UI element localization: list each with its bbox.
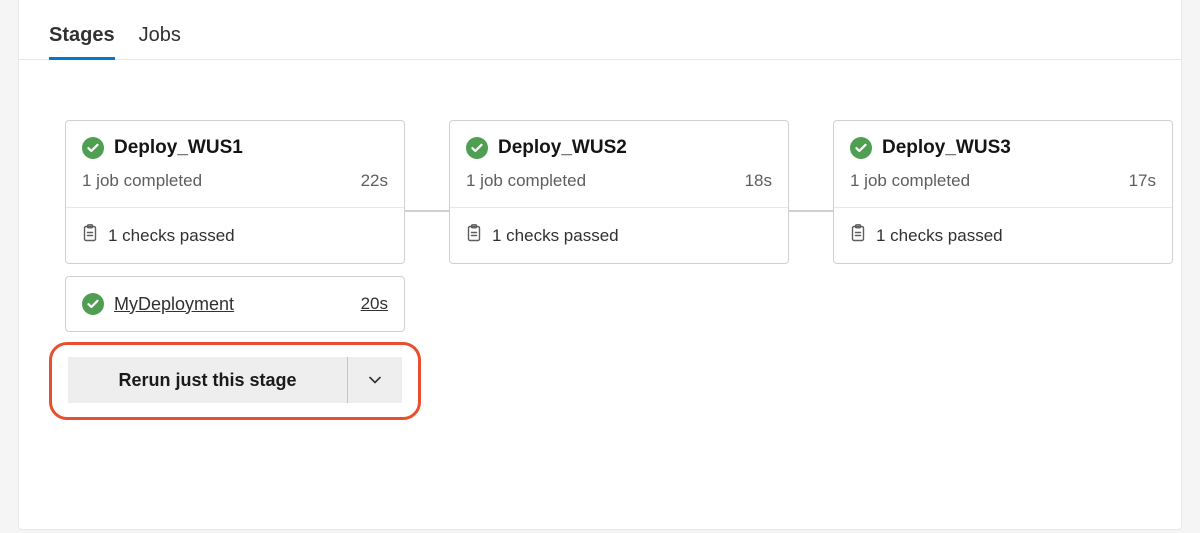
stage-duration: 18s (745, 171, 772, 191)
stage-title: Deploy_WUS2 (498, 137, 627, 159)
stage-column-wus1: Deploy_WUS1 1 job completed 22s 1 checks… (65, 120, 405, 420)
checks-text: 1 checks passed (108, 226, 235, 246)
checks-icon (466, 224, 482, 247)
success-icon (466, 137, 488, 159)
stage-connector (405, 210, 449, 212)
rerun-split-button: Rerun just this stage (68, 357, 402, 403)
stage-column-wus3: Deploy_WUS3 1 job completed 17s 1 checks… (833, 120, 1173, 264)
stage-card-wus2[interactable]: Deploy_WUS2 1 job completed 18s 1 checks… (449, 120, 789, 264)
job-card-mydeployment[interactable]: MyDeployment 20s (65, 276, 405, 332)
success-icon (850, 137, 872, 159)
success-icon (82, 137, 104, 159)
job-name-link[interactable]: MyDeployment (114, 294, 351, 315)
stage-card-wus3[interactable]: Deploy_WUS3 1 job completed 17s 1 checks… (833, 120, 1173, 264)
stage-connector (789, 210, 833, 212)
success-icon (82, 293, 104, 315)
rerun-stage-button[interactable]: Rerun just this stage (68, 357, 347, 403)
stage-title: Deploy_WUS1 (114, 137, 243, 159)
stage-status-text: 1 job completed (82, 171, 202, 191)
callout-highlight: Rerun just this stage (49, 342, 421, 420)
stage-duration: 22s (361, 171, 388, 191)
stage-status-text: 1 job completed (466, 171, 586, 191)
tabs-bar: Stages Jobs (19, 0, 1181, 60)
checks-text: 1 checks passed (492, 226, 619, 246)
tab-stages[interactable]: Stages (49, 24, 115, 59)
stage-column-wus2: Deploy_WUS2 1 job completed 18s 1 checks… (449, 120, 789, 264)
chevron-down-icon (366, 371, 384, 389)
checks-icon (850, 224, 866, 247)
job-duration-link[interactable]: 20s (361, 294, 388, 314)
stages-graph: Deploy_WUS1 1 job completed 22s 1 checks… (19, 60, 1181, 460)
stage-title: Deploy_WUS3 (882, 137, 1011, 159)
checks-icon (82, 224, 98, 247)
checks-text: 1 checks passed (876, 226, 1003, 246)
tab-jobs[interactable]: Jobs (139, 24, 181, 59)
stage-duration: 17s (1129, 171, 1156, 191)
stage-card-wus1[interactable]: Deploy_WUS1 1 job completed 22s 1 checks… (65, 120, 405, 264)
rerun-dropdown-button[interactable] (348, 357, 402, 403)
pipeline-panel: Stages Jobs Deploy_WUS1 1 job completed … (18, 0, 1182, 530)
stage-status-text: 1 job completed (850, 171, 970, 191)
